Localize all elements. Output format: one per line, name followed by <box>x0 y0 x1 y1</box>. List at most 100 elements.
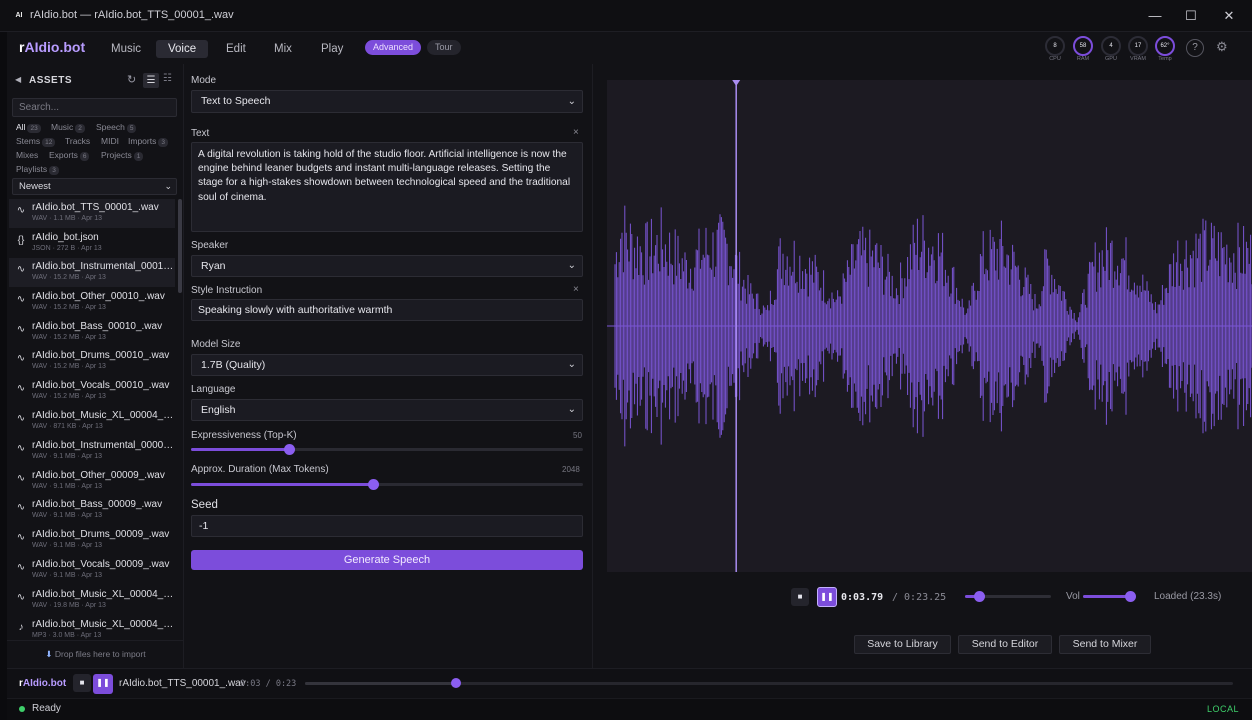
seek-slider[interactable] <box>965 591 1051 602</box>
language-select[interactable]: English ⌄ <box>191 399 583 421</box>
seed-input[interactable]: -1 <box>191 515 583 537</box>
player-brand: rAIdio.bot <box>19 678 67 689</box>
asset-item[interactable]: ∿ rAIdio.bot_Other_00009_.wav WAV · 9.1 MB… <box>9 467 175 496</box>
duration-slider[interactable] <box>191 479 583 490</box>
filter-speech[interactable]: Speech 5 <box>96 122 137 133</box>
temp-gauge-label: Temp <box>1158 56 1172 62</box>
text-input[interactable]: A digital revolution is taking hold of t… <box>191 142 583 232</box>
save-to-library-button[interactable]: Save to Library <box>854 635 951 654</box>
waveform-icon: ∿ <box>16 473 26 484</box>
asset-item[interactable]: ∿ rAIdio.bot_Instrumental_00009... WAV · 9… <box>9 437 175 466</box>
filter-tracks[interactable]: Tracks <box>65 136 90 146</box>
sort-select[interactable]: Newest ⌄ <box>12 178 177 195</box>
music-note-icon: ♪ <box>18 622 24 633</box>
asset-item[interactable]: ∿ rAIdio.bot_TTS_00001_.wav WAV · 1.1 MB ·… <box>9 199 175 228</box>
waveform-icon: ∿ <box>16 413 26 424</box>
filter-projects[interactable]: Projects 1 <box>101 150 144 161</box>
close-window-button[interactable]: ✕ <box>1214 6 1244 26</box>
global-seek-slider[interactable] <box>305 678 1233 688</box>
clear-style-icon[interactable]: × <box>573 284 579 295</box>
filter-mixes[interactable]: Mixes <box>16 150 38 160</box>
asset-search-input[interactable] <box>12 98 177 117</box>
window-title: rAIdio.bot — rAIdio.bot_TTS_00001_.wav <box>30 9 234 21</box>
expressiveness-slider[interactable] <box>191 444 583 455</box>
model-size-select[interactable]: 1.7B (Quality) ⌄ <box>191 354 583 376</box>
filter-music[interactable]: Music 2 <box>51 122 85 133</box>
asset-item[interactable]: ∿ rAIdio.bot_Drums_00009_.wav WAV · 9.1 MB… <box>9 526 175 555</box>
waveform-icon: ∿ <box>16 264 26 275</box>
speaker-select[interactable]: Ryan ⌄ <box>191 255 583 277</box>
mode-select[interactable]: Text to Speech ⌄ <box>191 90 583 113</box>
vram-gauge: 17 <box>1128 36 1148 56</box>
help-button[interactable]: ? <box>1186 39 1204 57</box>
send-to-editor-button[interactable]: Send to Editor <box>958 635 1052 654</box>
send-to-mixer-button[interactable]: Send to Mixer <box>1059 635 1151 654</box>
asset-item[interactable]: ∿ rAIdio.bot_Instrumental_00010... WAV · 1… <box>9 258 175 287</box>
tab-play[interactable]: Play <box>309 40 355 58</box>
asset-item[interactable]: ∿ rAIdio.bot_Bass_00010_.wav WAV · 15.2 MB… <box>9 318 175 347</box>
tour-button[interactable]: Tour <box>427 40 461 55</box>
global-stop-button[interactable]: ■ <box>73 674 91 692</box>
now-playing-track: rAIdio.bot_TTS_00001_.wav <box>119 678 246 689</box>
import-icon: ⬇ <box>45 649 53 659</box>
asset-item[interactable]: ∿ rAIdio.bot_Bass_00009_.wav WAV · 9.1 MB … <box>9 496 175 525</box>
status-dot-icon <box>19 706 25 712</box>
maximize-button[interactable]: ☐ <box>1176 6 1206 26</box>
stop-button[interactable]: ■ <box>791 588 809 606</box>
filter-stems[interactable]: Stems 12 <box>16 136 56 147</box>
tab-music[interactable]: Music <box>99 40 153 58</box>
app-window-icon: AI <box>15 12 23 19</box>
tab-edit[interactable]: Edit <box>214 40 258 58</box>
preview-panel: ■ ❚❚ 0:03.79 / 0:23.25 Vol Loaded (23.3s… <box>592 64 1252 668</box>
playhead-marker[interactable] <box>732 80 741 86</box>
global-seek-handle[interactable] <box>451 678 462 688</box>
seek-slider-handle[interactable] <box>974 591 986 602</box>
asset-item[interactable]: ∿ rAIdio.bot_Music_XL_00004__e... WAV · 19… <box>9 586 175 615</box>
waveform-icon: ∿ <box>16 443 26 454</box>
global-pause-button[interactable]: ❚❚ <box>93 674 113 694</box>
assets-sidebar: ◀ ASSETS ↻ ☰ ☷ All23 Music2 Speech5 Stem… <box>7 64 184 668</box>
filter-midi[interactable]: MIDI <box>101 136 119 146</box>
generate-speech-button[interactable]: Generate Speech <box>191 550 583 570</box>
minimize-button[interactable]: — <box>1140 6 1170 26</box>
tab-voice[interactable]: Voice <box>156 40 209 58</box>
filter-all[interactable]: All 23 <box>16 122 41 133</box>
cpu-gauge-label: CPU <box>1049 56 1061 62</box>
chevron-down-icon: ⌄ <box>567 404 576 415</box>
collapse-sidebar-icon[interactable]: ◀ <box>15 75 21 84</box>
volume-slider[interactable] <box>1083 591 1136 602</box>
filter-playlists[interactable]: Playlists 3 <box>16 164 59 175</box>
current-time: 0:03.79 <box>841 592 884 603</box>
volume-slider-fill <box>1083 595 1130 598</box>
pause-button[interactable]: ❚❚ <box>817 587 837 607</box>
import-dropzone[interactable]: ⬇ Drop files here to import <box>7 640 184 668</box>
expressiveness-slider-handle[interactable] <box>284 444 295 455</box>
sidebar-scrollbar[interactable] <box>178 199 182 293</box>
settings-icon[interactable]: ⚙ <box>1216 39 1228 55</box>
waveform-icon: ∿ <box>16 592 26 603</box>
expressiveness-slider-fill <box>191 448 289 451</box>
asset-item[interactable]: ∿ rAIdio.bot_Music_XL_00004_e... WAV · 871… <box>9 407 175 436</box>
list-view-icon[interactable]: ☰ <box>143 73 159 88</box>
tab-mix[interactable]: Mix <box>262 40 304 58</box>
asset-item[interactable]: ∿ rAIdio.bot_Other_00010_.wav WAV · 15.2 M… <box>9 288 175 317</box>
asset-item[interactable]: ♪ rAIdio.bot_Music_XL_00004_.m... MP3 · 3.… <box>9 616 175 640</box>
style-instruction-input[interactable]: Speaking slowly with authoritative warmt… <box>191 299 583 321</box>
volume-slider-handle[interactable] <box>1124 591 1136 602</box>
global-player-bar: rAIdio.bot ■ ❚❚ rAIdio.bot_TTS_00001_.wa… <box>7 668 1252 698</box>
grid-view-icon[interactable]: ☷ <box>163 73 172 84</box>
advanced-toggle[interactable]: Advanced <box>365 40 422 55</box>
clear-text-icon[interactable]: × <box>573 127 579 138</box>
filter-imports[interactable]: Imports 3 <box>128 136 168 147</box>
brand-logo[interactable]: rAIdio.bot <box>19 39 85 55</box>
text-label: Text <box>191 128 210 139</box>
asset-item[interactable]: ∿ rAIdio.bot_Vocals_00009_.wav WAV · 9.1 M… <box>9 556 175 585</box>
waveform-view[interactable] <box>607 80 1252 572</box>
duration-slider-handle[interactable] <box>368 479 380 490</box>
refresh-icon[interactable]: ↻ <box>127 73 136 86</box>
filter-exports[interactable]: Exports 6 <box>49 150 90 161</box>
vram-gauge-label: VRAM <box>1130 56 1146 62</box>
asset-item[interactable]: ∿ rAIdio.bot_Vocals_00010_.wav WAV · 15.2 … <box>9 377 175 406</box>
asset-item[interactable]: ∿ rAIdio.bot_Drums_00010_.wav WAV · 15.2 M… <box>9 347 175 376</box>
asset-item[interactable]: {} rAIdio_bot.json JSON · 272 B · Apr 13 <box>9 229 175 258</box>
